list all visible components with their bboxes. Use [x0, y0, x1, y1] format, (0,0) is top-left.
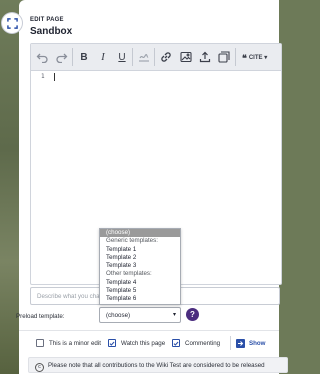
notice-text: Please note that all contributions to th… [48, 362, 265, 369]
divider [230, 336, 231, 350]
minor-edit-option[interactable]: This is a minor edit [36, 338, 101, 348]
redo-icon[interactable] [55, 50, 69, 64]
signature-icon[interactable] [137, 50, 151, 64]
watch-page-option[interactable]: Watch this page [108, 338, 165, 348]
editor-toolbar: B I U ❝ CITE ▾ [31, 44, 281, 71]
line-gutter [31, 71, 51, 283]
expand-icon[interactable] [2, 13, 22, 33]
minor-edit-label: This is a minor edit [49, 339, 101, 347]
watch-page-label: Watch this page [121, 339, 166, 347]
upload-icon[interactable] [198, 50, 212, 64]
toolbar-divider [235, 48, 236, 66]
quote-icon: ❝ [242, 53, 247, 63]
dropdown-option[interactable]: Template 3 [100, 262, 180, 270]
select-value: (choose) [106, 312, 131, 319]
cite-button[interactable]: ❝ CITE ▾ [242, 53, 267, 64]
dropdown-option[interactable]: Template 1 [100, 246, 180, 254]
commenting-option[interactable]: Commenting [172, 338, 220, 348]
gallery-icon[interactable] [217, 50, 231, 64]
preview-icon [236, 338, 245, 348]
commenting-label: Commenting [185, 339, 221, 347]
dropdown-option[interactable]: Template 4 [100, 279, 180, 287]
help-icon[interactable]: ? [186, 308, 199, 321]
dropdown-option[interactable]: Template 2 [100, 254, 180, 262]
undo-icon[interactable] [35, 50, 49, 64]
commenting-checkbox[interactable] [172, 339, 180, 347]
preload-template-label: Preload template: [16, 313, 65, 320]
minor-edit-checkbox[interactable] [36, 339, 44, 347]
chevron-down-icon: ▾ [172, 312, 176, 318]
dropdown-group-label: Other templates: [106, 270, 152, 278]
page-title: Sandbox [30, 26, 73, 37]
underline-icon[interactable]: U [115, 50, 129, 64]
show-preview-button[interactable]: Show [236, 338, 266, 348]
dropdown-option[interactable]: Template 6 [100, 295, 180, 303]
toolbar-divider [154, 48, 155, 66]
dropdown-group-label: Generic templates: [106, 237, 158, 245]
page-eyebrow: EDIT PAGE [30, 17, 64, 23]
dropdown-option[interactable]: (choose) [100, 229, 180, 238]
toolbar-divider [72, 48, 73, 66]
image-icon[interactable] [179, 50, 193, 64]
bold-icon[interactable]: B [77, 50, 91, 64]
toolbar-divider [132, 48, 133, 66]
preload-template-select[interactable]: (choose) ▾ [99, 307, 181, 323]
license-notice: c Please note that all contributions to t… [28, 357, 288, 373]
divider [19, 330, 279, 331]
dropdown-option[interactable]: Template 5 [100, 287, 180, 295]
link-icon[interactable] [159, 50, 173, 64]
italic-icon[interactable]: I [96, 50, 110, 64]
line-number: 1 [41, 73, 45, 80]
text-caret[interactable] [54, 73, 55, 81]
show-label: Show [249, 339, 266, 347]
watch-page-checkbox[interactable] [108, 339, 116, 347]
cite-label: CITE [248, 55, 263, 61]
chevron-down-icon: ▾ [264, 55, 268, 61]
template-dropdown: (choose) Generic templates: Template 1 Temp… [99, 228, 181, 305]
copyright-icon: c [35, 363, 44, 372]
